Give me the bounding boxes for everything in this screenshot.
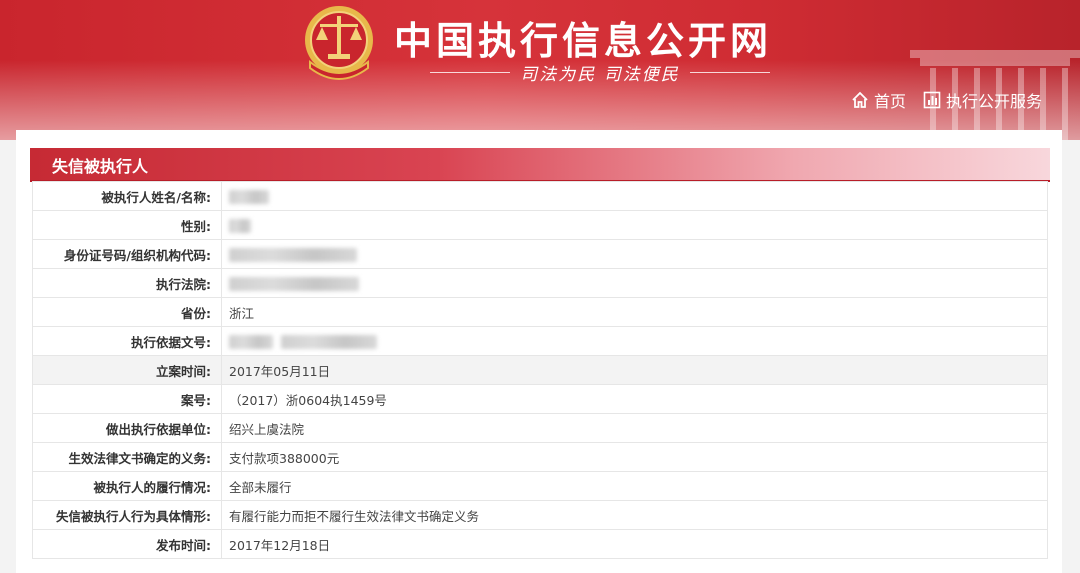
row-value: 2017年12月18日	[221, 529, 1048, 559]
section-header: 失信被执行人	[30, 148, 1050, 182]
table-row-province: 省份: 浙江	[32, 297, 1048, 327]
row-label: 被执行人姓名/名称:	[32, 181, 222, 211]
chart-icon	[923, 91, 941, 109]
slogan: 司法为民 司法便民	[520, 64, 680, 85]
row-value: （2017）浙0604执1459号	[221, 384, 1048, 414]
redacted-value	[229, 218, 251, 233]
table-row-basis-doc-number: 执行依据文号:	[32, 326, 1048, 356]
row-value	[221, 326, 1048, 356]
slogan-divider-right	[689, 71, 770, 73]
home-icon	[852, 91, 868, 108]
slogan-row: 司法为民 司法便民	[430, 60, 770, 85]
table-row-circumstance: 失信被执行人行为具体情形: 有履行能力而拒不履行生效法律文书确定义务	[32, 500, 1048, 530]
site-banner: 中国执行信息公开网 司法为民 司法便民 首页 执行公开服务	[0, 0, 1080, 140]
table-row-performance: 被执行人的履行情况: 全部未履行	[32, 471, 1048, 501]
row-value: 全部未履行	[221, 471, 1048, 501]
building-illustration	[910, 50, 1080, 140]
row-value	[221, 210, 1048, 240]
row-label: 生效法律文书确定的义务:	[32, 442, 222, 472]
row-value: 有履行能力而拒不履行生效法律文书确定义务	[221, 500, 1048, 530]
top-nav: 首页 执行公开服务	[850, 88, 1042, 112]
redacted-value	[229, 189, 269, 204]
table-row-issuing-unit: 做出执行依据单位: 绍兴上虞法院	[32, 413, 1048, 443]
nav-home-label: 首页	[873, 92, 906, 111]
row-label: 被执行人的履行情况:	[32, 471, 222, 501]
row-label: 立案时间:	[32, 355, 222, 385]
row-label: 发布时间:	[32, 529, 222, 559]
table-row-court: 执行法院:	[32, 268, 1048, 298]
row-value	[221, 268, 1048, 298]
row-value	[221, 239, 1048, 269]
redacted-value	[229, 334, 273, 349]
detail-card: 失信被执行人 被执行人姓名/名称: 性别: 身份证号码/组织机构代码: 执行法院…	[16, 130, 1062, 573]
redacted-value	[280, 334, 377, 349]
table-row-obligation: 生效法律文书确定的义务: 支付款项388000元	[32, 442, 1048, 472]
row-label: 性别:	[32, 210, 222, 240]
table-row-id-number: 身份证号码/组织机构代码:	[32, 239, 1048, 269]
nav-home-link[interactable]: 首页	[850, 88, 906, 112]
row-label: 省份:	[32, 297, 222, 327]
table-row-filing-date: 立案时间: 2017年05月11日	[32, 355, 1048, 385]
row-label: 做出执行依据单位:	[32, 413, 222, 443]
table-row-name: 被执行人姓名/名称:	[32, 181, 1048, 211]
site-title: 中国执行信息公开网	[394, 19, 773, 63]
nav-execution-service-link[interactable]: 执行公开服务	[922, 88, 1042, 112]
row-label: 身份证号码/组织机构代码:	[32, 239, 222, 269]
row-value: 2017年05月11日	[221, 355, 1048, 385]
row-value: 支付款项388000元	[221, 442, 1048, 472]
row-value	[221, 181, 1048, 211]
table-row-gender: 性别:	[32, 210, 1048, 240]
row-label: 执行法院:	[32, 268, 222, 298]
defaulter-info-table: 被执行人姓名/名称: 性别: 身份证号码/组织机构代码: 执行法院: 省份: 浙…	[32, 181, 1048, 559]
slogan-divider-left	[430, 71, 511, 73]
table-row-publish-date: 发布时间: 2017年12月18日	[32, 529, 1048, 559]
redacted-value	[229, 247, 357, 262]
table-row-case-number: 案号: （2017）浙0604执1459号	[32, 384, 1048, 414]
section-title: 失信被执行人	[52, 157, 149, 176]
redacted-value	[229, 276, 359, 291]
row-label: 失信被执行人行为具体情形:	[32, 500, 222, 530]
row-value: 绍兴上虞法院	[221, 413, 1048, 443]
row-label: 执行依据文号:	[32, 326, 222, 356]
row-value: 浙江	[221, 297, 1048, 327]
court-emblem-icon	[305, 6, 373, 80]
nav-execution-service-label: 执行公开服务	[945, 92, 1042, 111]
row-label: 案号:	[32, 384, 222, 414]
